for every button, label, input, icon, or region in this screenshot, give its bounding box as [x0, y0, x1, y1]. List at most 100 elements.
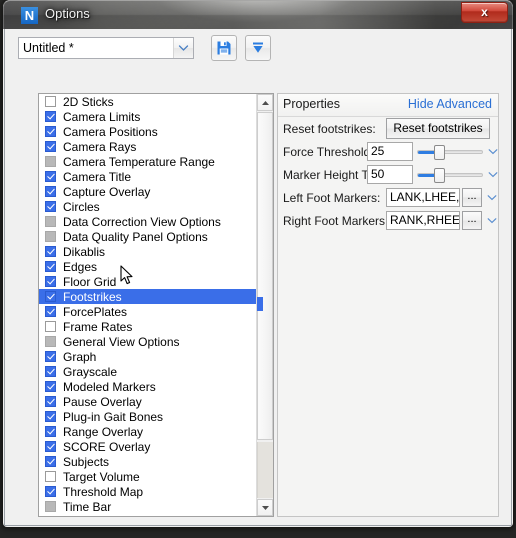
slider-thumb[interactable]	[434, 167, 445, 183]
list-item[interactable]: Modeled Markers	[39, 379, 256, 394]
list-item[interactable]: Plug-in Gait Bones	[39, 409, 256, 424]
checkbox-checked-icon[interactable]	[45, 486, 56, 497]
list-item-label: 2D Sticks	[63, 94, 114, 109]
property-slider[interactable]	[417, 167, 483, 183]
list-item-label: Subjects	[63, 454, 110, 469]
dialog-client-area: Untitled * 2D Sticks Camera Limits Camer…	[4, 29, 512, 526]
checkbox-checked-icon[interactable]	[45, 426, 56, 437]
list-item-label: Camera Rays	[63, 139, 137, 154]
checkbox-checked-icon[interactable]	[45, 201, 56, 212]
chevron-down-glyph	[487, 218, 496, 224]
checkbox-checked-icon[interactable]	[45, 186, 56, 197]
checkbox-unchecked-icon[interactable]	[45, 321, 56, 332]
list-item[interactable]: Threshold Map	[39, 484, 256, 499]
list-item[interactable]: Range Overlay	[39, 424, 256, 439]
list-item[interactable]: Capture Overlay	[39, 184, 256, 199]
list-item[interactable]: Dikablis	[39, 244, 256, 259]
list-item[interactable]: Floor Grid	[39, 274, 256, 289]
checkbox-checked-icon[interactable]	[45, 411, 56, 422]
list-item[interactable]: Graph	[39, 349, 256, 364]
browse-ellipsis-button[interactable]: ...	[462, 211, 482, 230]
scrollbar-track[interactable]	[257, 442, 273, 498]
list-item[interactable]: Grayscale	[39, 364, 256, 379]
hide-advanced-link[interactable]: Hide Advanced	[408, 97, 492, 111]
checkbox-checked-icon[interactable]	[45, 381, 56, 392]
chevron-down-glyph	[488, 172, 497, 178]
chevron-down-icon[interactable]	[487, 171, 498, 178]
scroll-up-button[interactable]	[257, 94, 273, 111]
checkbox-checked-icon[interactable]	[45, 261, 56, 272]
chevron-down-icon[interactable]	[486, 194, 497, 201]
property-control: RANK,RHEE,RT...	[386, 211, 498, 230]
apply-button[interactable]	[245, 35, 271, 61]
list-item[interactable]: Time Bar	[39, 499, 256, 514]
property-value-input[interactable]: RANK,RHEE,RT	[386, 211, 460, 230]
checkbox-checked-icon[interactable]	[45, 306, 56, 317]
list-item[interactable]: ForcePlates	[39, 304, 256, 319]
property-control: Reset footstrikes	[386, 118, 498, 139]
list-item[interactable]: Camera Temperature Range	[39, 154, 256, 169]
browse-ellipsis-button[interactable]: ...	[462, 188, 482, 207]
property-row: Force Threshold: 25	[278, 140, 498, 163]
profile-combobox[interactable]: Untitled *	[18, 37, 194, 59]
checkbox-checked-icon[interactable]	[45, 171, 56, 182]
title-bar: N Options x	[3, 0, 513, 29]
property-value-input[interactable]: LANK,LHEE,LT	[386, 188, 460, 207]
property-label: Reset footstrikes:	[283, 121, 376, 136]
list-item[interactable]: Frame Rates	[39, 319, 256, 334]
scrollbar-thumb[interactable]	[257, 112, 273, 440]
property-value-input[interactable]: 25	[367, 142, 413, 161]
options-list[interactable]: 2D Sticks Camera Limits Camera Positions Ca…	[38, 93, 274, 517]
list-item[interactable]: SCORE Overlay	[39, 439, 256, 454]
window-close-button[interactable]: x	[461, 2, 508, 23]
scroll-down-button[interactable]	[257, 499, 273, 516]
list-item-label: Pause Overlay	[63, 394, 142, 409]
checkbox-disabled-icon	[45, 156, 56, 167]
list-item[interactable]: Circles	[39, 199, 256, 214]
checkbox-checked-icon[interactable]	[45, 141, 56, 152]
list-item[interactable]: Data Quality Panel Options	[39, 229, 256, 244]
options-list-scrollbar[interactable]	[256, 94, 273, 516]
checkbox-unchecked-icon[interactable]	[45, 96, 56, 107]
list-item[interactable]: Edges	[39, 259, 256, 274]
list-item[interactable]: Camera Positions	[39, 124, 256, 139]
checkbox-checked-icon[interactable]	[45, 246, 56, 257]
list-item-label: Data Quality Panel Options	[63, 229, 208, 244]
reset-footstrikes-button[interactable]: Reset footstrikes	[386, 118, 490, 139]
checkbox-checked-icon[interactable]	[45, 396, 56, 407]
checkbox-checked-icon[interactable]	[45, 366, 56, 377]
properties-title: Properties	[283, 97, 340, 111]
properties-panel: Properties Hide Advanced Reset footstrik…	[277, 93, 499, 517]
chevron-down-icon[interactable]	[173, 38, 193, 58]
chevron-down-icon[interactable]	[487, 148, 498, 155]
chevron-down-icon[interactable]	[486, 217, 497, 224]
checkbox-checked-icon[interactable]	[45, 351, 56, 362]
chevron-down-glyph	[488, 149, 497, 155]
list-item[interactable]: Camera Rays	[39, 139, 256, 154]
list-item[interactable]: Pause Overlay	[39, 394, 256, 409]
list-item-label: Dikablis	[63, 244, 106, 259]
slider-thumb[interactable]	[434, 144, 445, 160]
checkbox-checked-icon[interactable]	[45, 111, 56, 122]
list-item[interactable]: Footstrikes	[39, 289, 256, 304]
list-item[interactable]: Subjects	[39, 454, 256, 469]
checkbox-checked-icon[interactable]	[45, 456, 56, 467]
toolbar: Untitled *	[5, 29, 513, 61]
checkbox-checked-icon[interactable]	[45, 276, 56, 287]
list-item-label: SCORE Overlay	[63, 439, 151, 454]
list-item-label: Range Overlay	[63, 424, 144, 439]
property-label: Left Foot Markers:	[283, 190, 381, 205]
property-value-input[interactable]: 50	[367, 165, 413, 184]
list-item[interactable]: Camera Title	[39, 169, 256, 184]
checkbox-checked-icon[interactable]	[45, 126, 56, 137]
checkbox-checked-icon[interactable]	[45, 291, 56, 302]
checkbox-checked-icon[interactable]	[45, 441, 56, 452]
list-item[interactable]: General View Options	[39, 334, 256, 349]
list-item[interactable]: Data Correction View Options	[39, 214, 256, 229]
checkbox-unchecked-icon[interactable]	[45, 471, 56, 482]
save-button[interactable]	[211, 35, 237, 61]
list-item[interactable]: 2D Sticks	[39, 94, 256, 109]
list-item[interactable]: Target Volume	[39, 469, 256, 484]
list-item[interactable]: Camera Limits	[39, 109, 256, 124]
property-slider[interactable]	[417, 144, 483, 160]
